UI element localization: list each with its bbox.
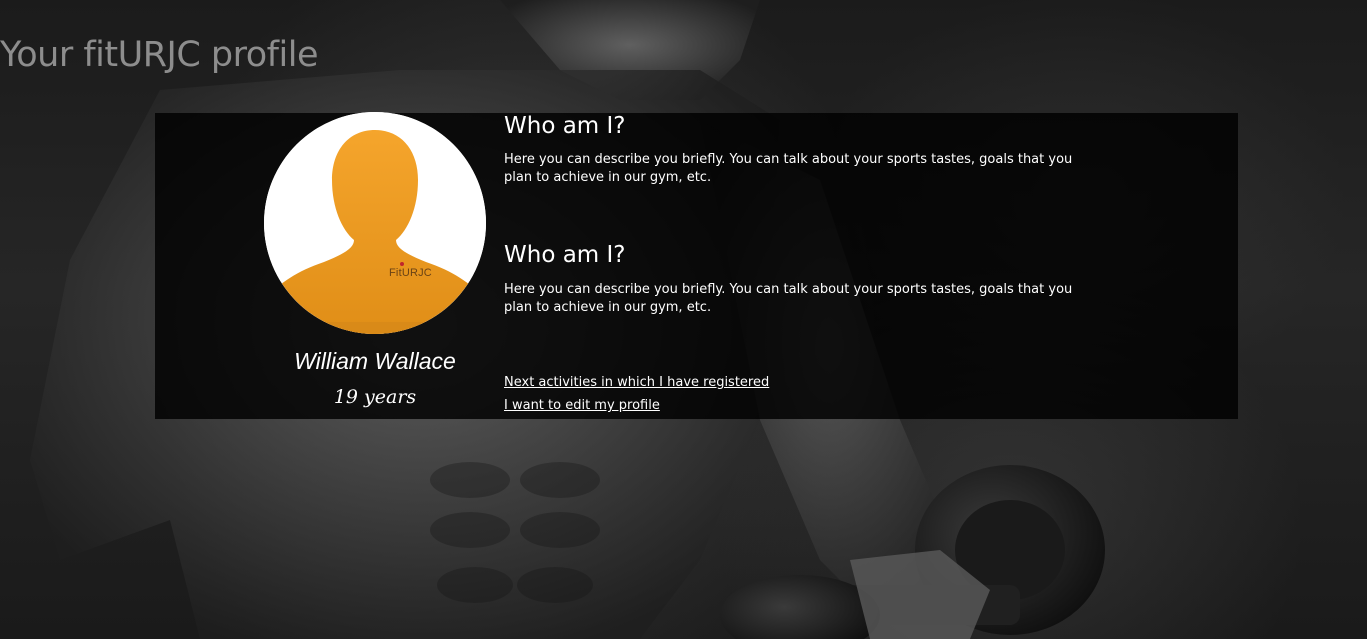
- user-name: William Wallace: [294, 348, 456, 374]
- section-text-2: Here you can describe you briefly. You c…: [504, 282, 1073, 315]
- edit-profile-link[interactable]: I want to edit my profile: [504, 398, 660, 413]
- section-title-who-am-i-1: Who am I?: [504, 113, 626, 139]
- user-age: 19 years: [333, 386, 417, 408]
- page-title: Your fitURJC profile: [0, 35, 319, 75]
- avatar: FitURJC: [264, 112, 486, 334]
- avatar-brand-logo: FitURJC: [389, 262, 432, 279]
- avatar-brand-text: FitURJC: [389, 267, 432, 279]
- next-activities-link[interactable]: Next activities in which I have register…: [504, 375, 769, 390]
- section-title-who-am-i-2: Who am I?: [504, 242, 626, 268]
- profile-panel: FitURJC William Wallace 19 years Who am …: [155, 112, 1238, 419]
- section-text-1: Here you can describe you briefly. You c…: [504, 152, 1073, 185]
- brand-dot-icon: [400, 262, 404, 266]
- user-silhouette-icon: [264, 112, 486, 334]
